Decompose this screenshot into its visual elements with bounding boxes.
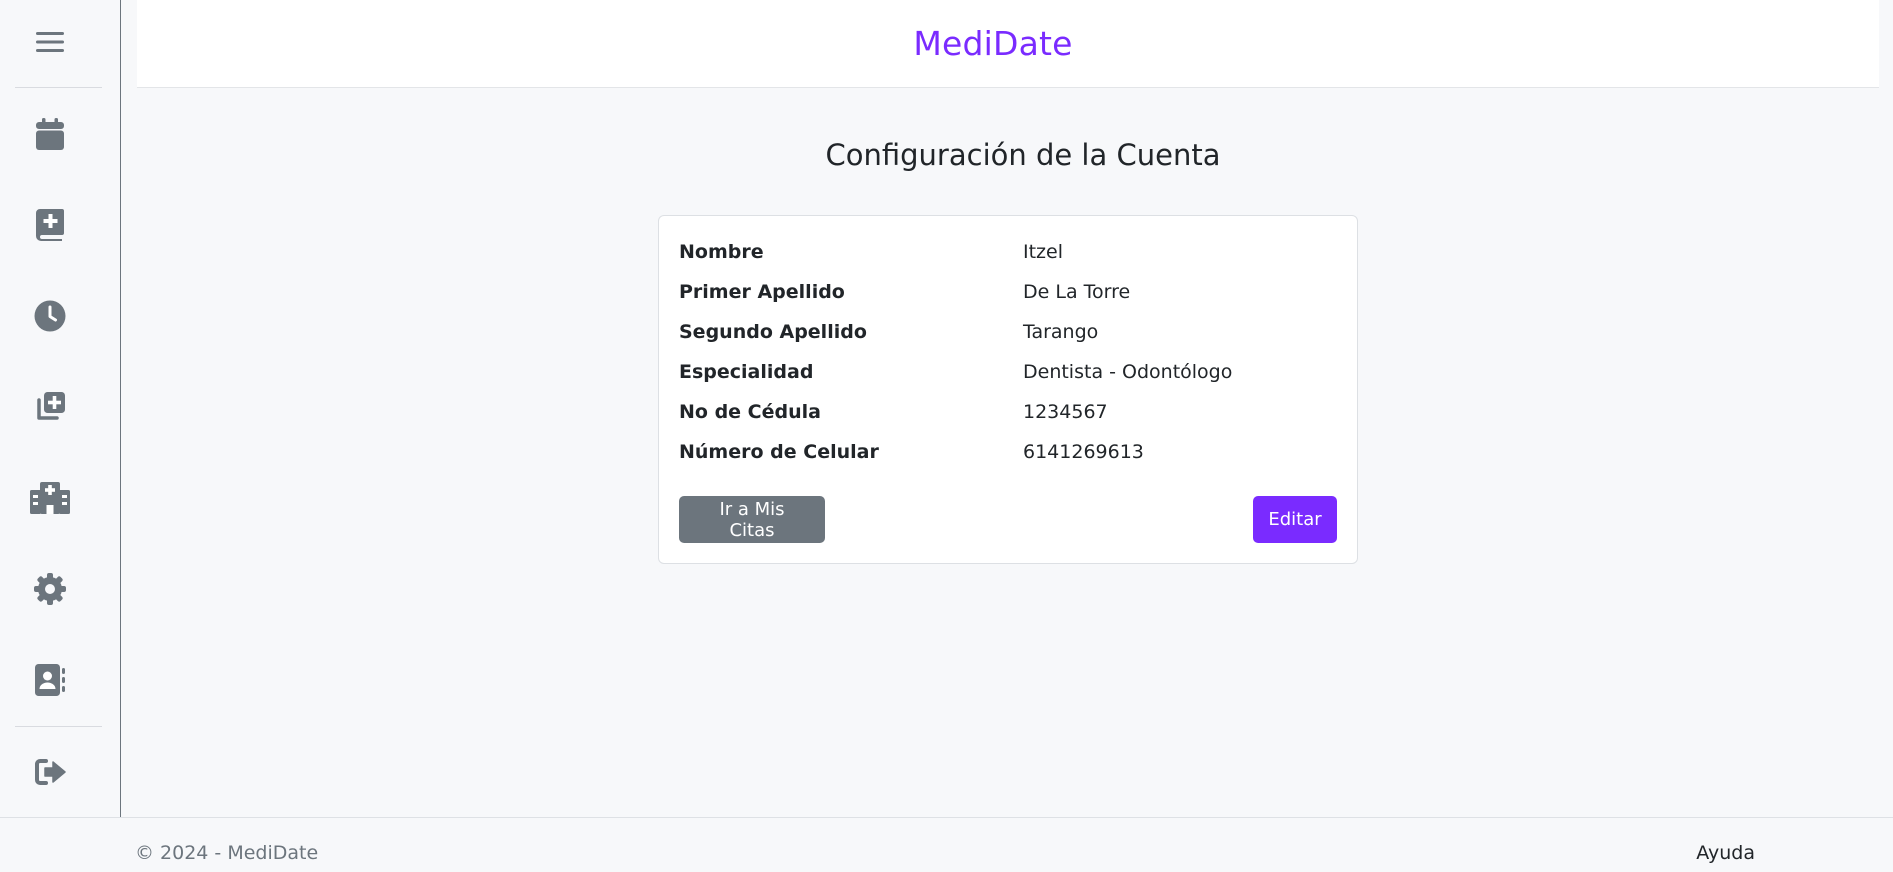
detail-row-nombre: Nombre Itzel xyxy=(679,232,1339,272)
sidebar-divider-top xyxy=(15,87,102,88)
detail-value: Dentista - Odontólogo xyxy=(1023,361,1233,383)
detail-row-especialidad: Especialidad Dentista - Odontólogo xyxy=(679,352,1339,392)
sidebar-item-contacts[interactable] xyxy=(0,654,100,706)
help-link[interactable]: Ayuda xyxy=(1696,842,1755,864)
detail-value: Tarango xyxy=(1023,321,1099,343)
edit-button[interactable]: Editar xyxy=(1253,496,1337,543)
hospital-icon xyxy=(30,482,70,514)
footer-copyright: © 2024 - MediDate xyxy=(135,842,319,864)
sidebar-item-hospital[interactable] xyxy=(0,472,100,524)
detail-row-primer-apellido: Primer Apellido De La Torre xyxy=(679,272,1339,312)
medical-book-icon xyxy=(36,209,64,241)
gear-icon xyxy=(34,573,66,605)
sidebar-item-history[interactable] xyxy=(0,290,100,342)
detail-label: Número de Celular xyxy=(679,441,879,463)
sidebar-item-logout[interactable] xyxy=(0,746,100,798)
sidebar-item-medical-book[interactable] xyxy=(0,199,100,251)
sidebar-item-add-appointment[interactable] xyxy=(0,381,100,433)
brand-title[interactable]: MediDate xyxy=(913,24,1072,63)
detail-row-segundo-apellido: Segundo Apellido Tarango xyxy=(679,312,1339,352)
sidebar-item-calendar[interactable] xyxy=(0,108,100,160)
clock-icon xyxy=(34,300,66,332)
calendar-icon xyxy=(36,118,64,150)
sidebar-divider-bottom xyxy=(15,726,102,727)
go-to-appointments-button[interactable]: Ir a Mis Citas xyxy=(679,496,825,543)
sign-out-icon xyxy=(35,759,66,785)
page-title: Configuración de la Cuenta xyxy=(825,138,1221,172)
sidebar xyxy=(0,0,121,817)
detail-value: 6141269613 xyxy=(1023,441,1144,463)
menu-toggle-button[interactable] xyxy=(0,16,100,68)
detail-label: Nombre xyxy=(679,241,764,263)
account-details-card: Nombre Itzel Primer Apellido De La Torre… xyxy=(658,215,1358,564)
sidebar-item-settings[interactable] xyxy=(0,563,100,615)
detail-value: Itzel xyxy=(1023,241,1063,263)
detail-label: No de Cédula xyxy=(679,401,821,423)
detail-label: Segundo Apellido xyxy=(679,321,867,343)
detail-value: 1234567 xyxy=(1023,401,1108,423)
hamburger-menu-icon xyxy=(36,32,64,52)
footer: © 2024 - MediDate Ayuda xyxy=(0,817,1893,872)
detail-label: Especialidad xyxy=(679,361,814,383)
detail-row-cedula: No de Cédula 1234567 xyxy=(679,392,1339,432)
detail-label: Primer Apellido xyxy=(679,281,845,303)
address-book-icon xyxy=(35,664,65,696)
detail-row-celular: Número de Celular 6141269613 xyxy=(679,432,1339,472)
top-header: MediDate xyxy=(137,0,1879,88)
detail-value: De La Torre xyxy=(1023,281,1131,303)
add-copy-icon xyxy=(37,392,65,420)
